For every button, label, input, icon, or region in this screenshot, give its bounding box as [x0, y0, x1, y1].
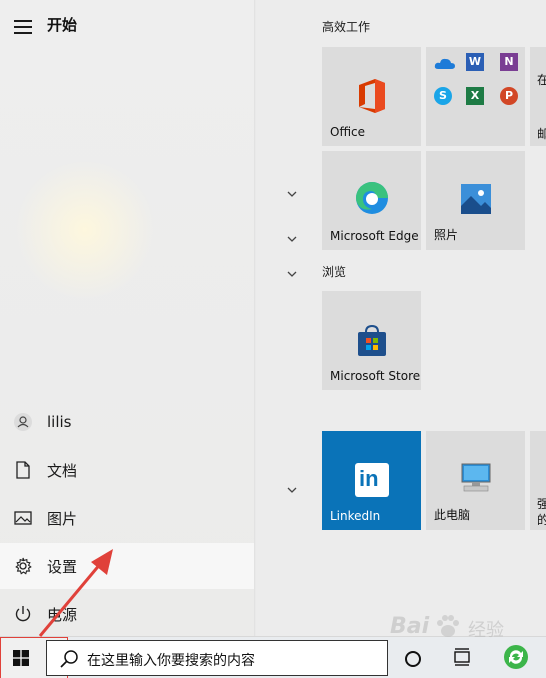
power-item[interactable]: 电源	[0, 591, 254, 637]
group-label-productivity[interactable]: 高效工作	[322, 18, 370, 35]
user-account-item[interactable]: lilis	[0, 399, 254, 445]
tile-edge[interactable]: Microsoft Edge	[322, 151, 421, 250]
linkedin-logo-icon: in	[355, 463, 389, 497]
tile-edge-label: Microsoft Edge	[330, 229, 419, 243]
tile-partial-top[interactable]: 在 邮	[530, 47, 546, 146]
tile-this-pc-label: 此电脑	[434, 508, 471, 522]
settings-item[interactable]: 设置	[0, 543, 254, 589]
tile-partial-bottom[interactable]: 强 的	[530, 431, 546, 530]
search-icon	[60, 650, 78, 668]
excel-icon: X	[466, 87, 484, 105]
user-icon	[13, 412, 33, 432]
partial-tile-text: 邮	[537, 127, 546, 141]
document-icon	[13, 460, 33, 480]
picture-icon	[13, 508, 33, 528]
tile-office-label: Office	[330, 125, 366, 139]
powerpoint-icon: P	[500, 87, 518, 105]
computer-icon	[461, 463, 491, 492]
store-bag-icon	[358, 324, 386, 356]
tile-this-pc[interactable]: 此电脑	[426, 431, 525, 530]
partial-tile-text: 强	[537, 497, 546, 511]
user-name: lilis	[47, 413, 72, 431]
pictures-label: 图片	[47, 509, 78, 528]
watermark-text: Bai	[390, 614, 430, 639]
pictures-item[interactable]: 图片	[0, 495, 254, 541]
start-left-pane: 开始 lilis 文档 图片 设置 电源	[0, 0, 254, 636]
start-title: 开始	[47, 16, 78, 34]
power-icon	[13, 604, 33, 624]
tile-photos[interactable]: 照片	[426, 151, 525, 250]
tile-office-apps[interactable]: W N S X P	[426, 47, 525, 146]
paw-icon	[437, 615, 459, 637]
tile-office[interactable]: Office	[322, 47, 421, 146]
skype-icon: S	[434, 87, 452, 105]
documents-label: 文档	[47, 461, 78, 480]
windows-logo-icon	[13, 650, 29, 666]
documents-item[interactable]: 文档	[0, 447, 254, 493]
taskbar-search-box[interactable]: 在这里输入你要搜索的内容	[46, 640, 388, 676]
gear-icon	[13, 556, 33, 576]
onenote-icon: N	[500, 53, 518, 71]
photos-icon	[461, 184, 491, 214]
pane-divider	[254, 0, 256, 636]
partial-tile-text: 的	[537, 513, 546, 527]
baidu-watermark: Bai 经验	[390, 606, 545, 650]
chevron-down-icon[interactable]	[286, 233, 298, 245]
cortana-icon[interactable]	[405, 651, 421, 667]
search-placeholder: 在这里输入你要搜索的内容	[87, 653, 255, 669]
onedrive-icon	[434, 58, 455, 69]
office-logo-icon	[359, 79, 385, 113]
word-icon: W	[466, 53, 484, 71]
tile-store-label: Microsoft Store	[330, 369, 421, 383]
tile-linkedin[interactable]: in LinkedIn	[322, 431, 421, 530]
partial-tile-text: 在	[537, 73, 546, 87]
watermark-text-2: 经验	[468, 620, 504, 641]
chevron-down-icon[interactable]	[286, 484, 298, 496]
settings-label: 设置	[47, 557, 78, 576]
start-menu: 开始 lilis 文档 图片 设置 电源 高效工作 浏览 Office W N …	[0, 0, 546, 636]
edge-logo-icon	[356, 182, 388, 214]
task-view-icon[interactable]	[453, 648, 471, 666]
tile-store[interactable]: Microsoft Store	[322, 291, 421, 390]
chevron-down-icon[interactable]	[286, 188, 298, 200]
chevron-down-icon[interactable]	[286, 268, 298, 280]
group-label-browse[interactable]: 浏览	[322, 263, 346, 280]
tile-linkedin-label: LinkedIn	[330, 509, 381, 523]
power-label: 电源	[47, 605, 78, 624]
hamburger-menu-icon[interactable]	[14, 20, 32, 34]
tile-photos-label: 照片	[434, 228, 459, 242]
